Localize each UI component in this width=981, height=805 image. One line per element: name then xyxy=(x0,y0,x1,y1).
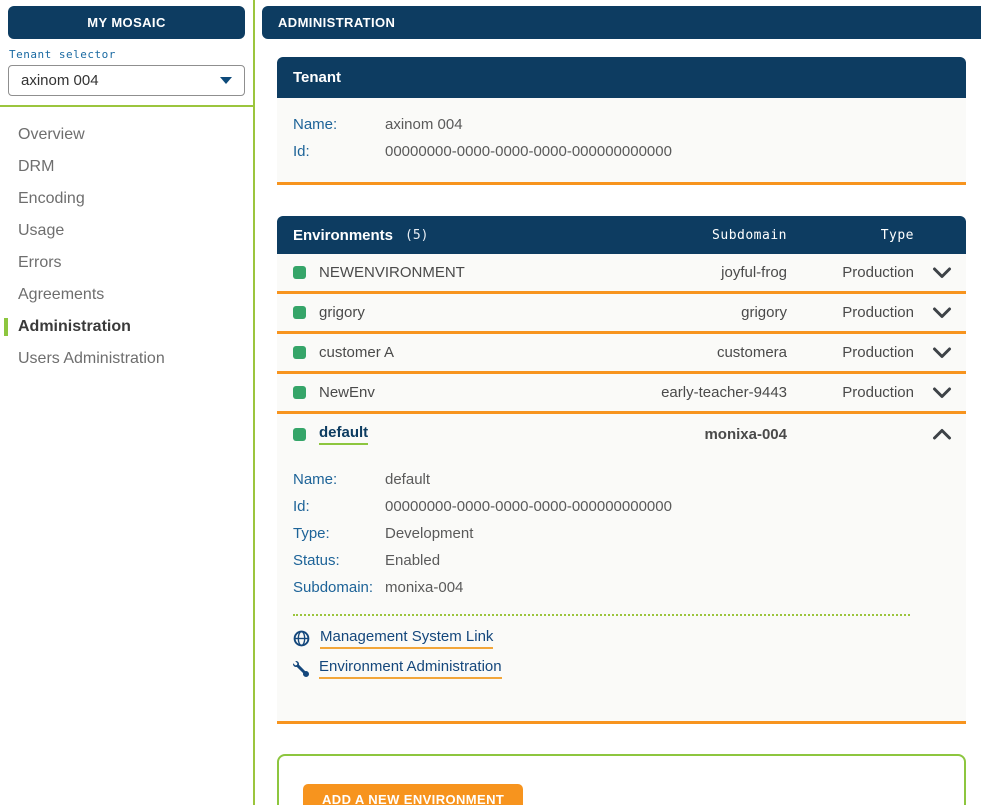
tenant-card: Tenant Name: axinom 004 Id: 00000000-000… xyxy=(277,57,966,185)
expand-row-button[interactable] xyxy=(914,387,954,399)
field-label: Name: xyxy=(293,116,385,133)
environment-administration-link[interactable]: Environment Administration xyxy=(293,658,950,679)
field-label: Subdomain: xyxy=(293,579,385,596)
tenant-name-row: Name: axinom 004 xyxy=(293,111,950,138)
environment-subdomain: monixa-004 xyxy=(614,426,794,443)
detail-subdomain-row: Subdomain: monixa-004 xyxy=(293,574,950,601)
environment-subdomain: early-teacher-9443 xyxy=(614,384,794,401)
sidebar-item-encoding[interactable]: Encoding xyxy=(0,183,253,215)
field-value: Enabled xyxy=(385,552,440,569)
wrench-icon xyxy=(293,661,309,677)
column-header-type: Type xyxy=(794,228,914,243)
field-value: axinom 004 xyxy=(385,116,463,133)
status-enabled-icon xyxy=(293,346,306,359)
expand-row-button[interactable] xyxy=(914,307,954,319)
tenant-selector-label: Tenant selector xyxy=(9,48,253,61)
divider xyxy=(0,105,253,107)
environment-name: NewEnv xyxy=(319,384,375,401)
chevron-down-icon xyxy=(220,77,232,84)
environments-card: Environments (5) Subdomain Type NEWENVIR… xyxy=(277,216,966,724)
environment-subdomain: customera xyxy=(614,344,794,361)
environment-row-customer-a[interactable]: customer A customera Production xyxy=(277,334,966,374)
column-header-subdomain: Subdomain xyxy=(614,228,794,243)
link-label: Management System Link xyxy=(320,628,493,649)
tenant-card-body: Name: axinom 004 Id: 00000000-0000-0000-… xyxy=(277,98,966,185)
status-enabled-icon xyxy=(293,306,306,319)
page-title: ADMINISTRATION xyxy=(262,6,981,39)
my-mosaic-button[interactable]: MY MOSAIC xyxy=(8,6,245,39)
expand-row-button[interactable] xyxy=(914,347,954,359)
chevron-down-icon xyxy=(932,307,952,319)
app-root: MY MOSAIC Tenant selector axinom 004 Ove… xyxy=(0,0,981,805)
field-label: Status: xyxy=(293,552,385,569)
detail-status-row: Status: Enabled xyxy=(293,547,950,574)
sidebar-item-agreements[interactable]: Agreements xyxy=(0,279,253,311)
sidebar-item-drm[interactable]: DRM xyxy=(0,151,253,183)
detail-name-row: Name: default xyxy=(293,466,950,493)
environments-card-title: Environments xyxy=(293,227,393,244)
main-content: ADMINISTRATION Tenant Name: axinom 004 I… xyxy=(257,0,981,805)
environment-name-link[interactable]: default xyxy=(319,424,368,445)
tenant-id-row: Id: 00000000-0000-0000-0000-000000000000 xyxy=(293,138,950,165)
field-value: default xyxy=(385,471,430,488)
sidebar: MY MOSAIC Tenant selector axinom 004 Ove… xyxy=(0,0,255,805)
environment-name: grigory xyxy=(319,304,365,321)
field-value: 00000000-0000-0000-0000-000000000000 xyxy=(385,498,672,515)
environment-subdomain: grigory xyxy=(614,304,794,321)
sidebar-item-overview[interactable]: Overview xyxy=(0,119,253,151)
status-enabled-icon xyxy=(293,428,306,441)
chevron-down-icon xyxy=(932,347,952,359)
expand-row-button[interactable] xyxy=(914,267,954,279)
field-value: 00000000-0000-0000-0000-000000000000 xyxy=(385,143,672,160)
environment-row-newenv[interactable]: NewEnv early-teacher-9443 Production xyxy=(277,374,966,414)
globe-icon xyxy=(293,630,310,647)
environment-type: Production xyxy=(794,344,914,361)
add-environment-button[interactable]: ADD A NEW ENVIRONMENT xyxy=(303,784,523,805)
sidebar-item-users-administration[interactable]: Users Administration xyxy=(0,343,253,375)
field-label: Id: xyxy=(293,498,385,515)
tenant-selector-dropdown[interactable]: axinom 004 xyxy=(8,65,245,96)
environment-row-newenvironment[interactable]: NEWENVIRONMENT joyful-frog Production xyxy=(277,254,966,294)
field-value: Development xyxy=(385,525,473,542)
sidebar-nav: Overview DRM Encoding Usage Errors Agree… xyxy=(0,119,253,375)
environment-details: Name: default Id: 00000000-0000-0000-000… xyxy=(277,454,966,721)
chevron-down-icon xyxy=(932,267,952,279)
status-enabled-icon xyxy=(293,266,306,279)
environment-type: Production xyxy=(794,264,914,281)
detail-type-row: Type: Development xyxy=(293,520,950,547)
sidebar-item-errors[interactable]: Errors xyxy=(0,247,253,279)
sidebar-item-administration[interactable]: Administration xyxy=(0,311,253,343)
environments-count: (5) xyxy=(405,228,428,243)
tenant-card-header: Tenant xyxy=(277,57,966,98)
chevron-down-icon xyxy=(932,387,952,399)
environment-type: Production xyxy=(794,304,914,321)
detail-id-row: Id: 00000000-0000-0000-0000-000000000000 xyxy=(293,493,950,520)
tenant-selector-value: axinom 004 xyxy=(21,72,99,89)
field-label: Id: xyxy=(293,143,385,160)
environment-row-default[interactable]: default monixa-004 xyxy=(277,414,966,454)
status-enabled-icon xyxy=(293,386,306,399)
environments-card-header: Environments (5) Subdomain Type xyxy=(277,216,966,254)
environment-subdomain: joyful-frog xyxy=(614,264,794,281)
environment-type: Production xyxy=(794,384,914,401)
environment-row-grigory[interactable]: grigory grigory Production xyxy=(277,294,966,334)
link-label: Environment Administration xyxy=(319,658,502,679)
management-system-link[interactable]: Management System Link xyxy=(293,628,950,649)
add-environment-card: ADD A NEW ENVIRONMENT xyxy=(277,754,966,805)
sidebar-item-usage[interactable]: Usage xyxy=(0,215,253,247)
tenant-card-title: Tenant xyxy=(293,69,341,86)
field-label: Name: xyxy=(293,471,385,488)
dotted-divider xyxy=(293,614,910,616)
field-label: Type: xyxy=(293,525,385,542)
collapse-row-button[interactable] xyxy=(914,428,954,440)
environment-name: customer A xyxy=(319,344,394,361)
field-value: monixa-004 xyxy=(385,579,463,596)
chevron-up-icon xyxy=(932,428,952,440)
environment-name: NEWENVIRONMENT xyxy=(319,264,465,281)
